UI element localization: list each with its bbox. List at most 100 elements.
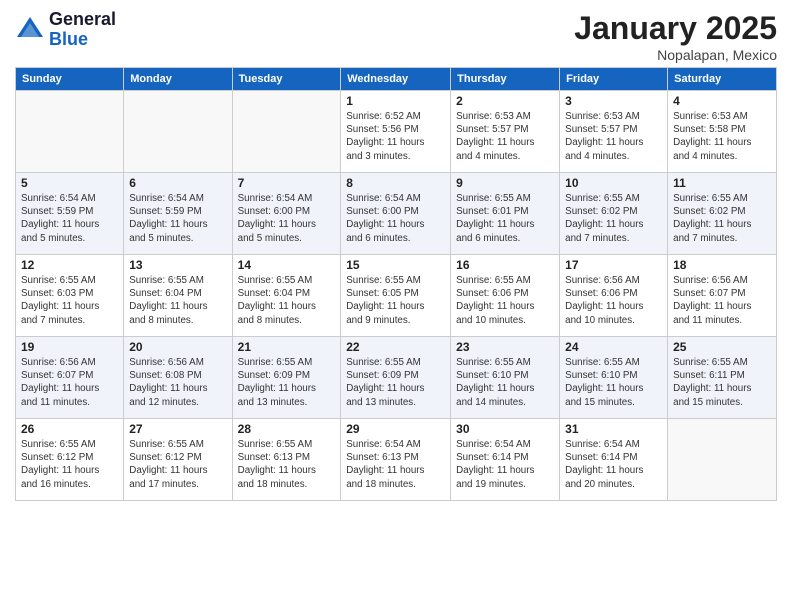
logo-general: General	[49, 9, 116, 29]
table-row: 28Sunrise: 6:55 AM Sunset: 6:13 PM Dayli…	[232, 419, 341, 501]
day-info: Sunrise: 6:56 AM Sunset: 6:08 PM Dayligh…	[129, 356, 226, 409]
day-info: Sunrise: 6:55 AM Sunset: 6:10 PM Dayligh…	[565, 356, 662, 409]
day-number: 17	[565, 258, 662, 272]
day-info: Sunrise: 6:53 AM Sunset: 5:57 PM Dayligh…	[565, 110, 662, 163]
table-row: 22Sunrise: 6:55 AM Sunset: 6:09 PM Dayli…	[341, 337, 451, 419]
day-info: Sunrise: 6:55 AM Sunset: 6:05 PM Dayligh…	[346, 274, 445, 327]
day-info: Sunrise: 6:53 AM Sunset: 5:58 PM Dayligh…	[673, 110, 771, 163]
logo: General Blue	[15, 10, 116, 50]
table-row: 12 Sunrise: 6:55 AM Sunset: 6:03 PM Dayli…	[16, 255, 124, 337]
col-sunday: Sunday	[16, 68, 124, 91]
table-row: 31Sunrise: 6:54 AM Sunset: 6:14 PM Dayli…	[560, 419, 668, 501]
table-row: 15 Sunrise: 6:55 AM Sunset: 6:05 PM Dayli…	[341, 255, 451, 337]
day-number: 2	[456, 94, 554, 108]
calendar-week-row: 5 Sunrise: 6:54 AM Sunset: 5:59 PM Daylig…	[16, 173, 777, 255]
table-row: 8 Sunrise: 6:54 AM Sunset: 6:00 PM Daylig…	[341, 173, 451, 255]
table-row: 10Sunrise: 6:55 AM Sunset: 6:02 PM Dayli…	[560, 173, 668, 255]
calendar-body: 1 Sunrise: 6:52 AM Sunset: 5:56 PM Daylig…	[16, 91, 777, 501]
calendar-week-row: 1 Sunrise: 6:52 AM Sunset: 5:56 PM Daylig…	[16, 91, 777, 173]
table-row: 2 Sunrise: 6:53 AM Sunset: 5:57 PM Daylig…	[451, 91, 560, 173]
table-row: 19 Sunrise: 6:56 AM Sunset: 6:07 PM Dayli…	[16, 337, 124, 419]
day-number: 25	[673, 340, 771, 354]
table-row: 30Sunrise: 6:54 AM Sunset: 6:14 PM Dayli…	[451, 419, 560, 501]
day-number: 8	[346, 176, 445, 190]
day-number: 18	[673, 258, 771, 272]
day-info: Sunrise: 6:54 AM Sunset: 6:13 PM Dayligh…	[346, 438, 445, 491]
calendar-week-row: 19 Sunrise: 6:56 AM Sunset: 6:07 PM Dayli…	[16, 337, 777, 419]
day-info: Sunrise: 6:55 AM Sunset: 6:09 PM Dayligh…	[346, 356, 445, 409]
day-number: 30	[456, 422, 554, 436]
day-info: Sunrise: 6:55 AM Sunset: 6:12 PM Dayligh…	[129, 438, 226, 491]
day-info: Sunrise: 6:55 AM Sunset: 6:09 PM Dayligh…	[238, 356, 336, 409]
day-info: Sunrise: 6:55 AM Sunset: 6:01 PM Dayligh…	[456, 192, 554, 245]
calendar-table: Sunday Monday Tuesday Wednesday Thursday…	[15, 67, 777, 501]
day-number: 4	[673, 94, 771, 108]
day-number: 21	[238, 340, 336, 354]
day-info: Sunrise: 6:55 AM Sunset: 6:06 PM Dayligh…	[456, 274, 554, 327]
day-info: Sunrise: 6:54 AM Sunset: 6:00 PM Dayligh…	[346, 192, 445, 245]
day-info: Sunrise: 6:53 AM Sunset: 5:57 PM Dayligh…	[456, 110, 554, 163]
table-row: 18Sunrise: 6:56 AM Sunset: 6:07 PM Dayli…	[668, 255, 777, 337]
day-number: 29	[346, 422, 445, 436]
subtitle: Nopalapan, Mexico	[574, 47, 777, 63]
day-info: Sunrise: 6:55 AM Sunset: 6:04 PM Dayligh…	[129, 274, 226, 327]
table-row	[16, 91, 124, 173]
day-info: Sunrise: 6:55 AM Sunset: 6:11 PM Dayligh…	[673, 356, 771, 409]
day-number: 31	[565, 422, 662, 436]
table-row: 6Sunrise: 6:54 AM Sunset: 5:59 PM Daylig…	[124, 173, 232, 255]
table-row: 20 Sunrise: 6:56 AM Sunset: 6:08 PM Dayli…	[124, 337, 232, 419]
table-row	[124, 91, 232, 173]
day-info: Sunrise: 6:55 AM Sunset: 6:03 PM Dayligh…	[21, 274, 118, 327]
table-row: 9Sunrise: 6:55 AM Sunset: 6:01 PM Daylig…	[451, 173, 560, 255]
table-row	[232, 91, 341, 173]
table-row: 11 Sunrise: 6:55 AM Sunset: 6:02 PM Dayli…	[668, 173, 777, 255]
day-number: 26	[21, 422, 118, 436]
day-number: 5	[21, 176, 118, 190]
day-number: 15	[346, 258, 445, 272]
table-row: 26 Sunrise: 6:55 AM Sunset: 6:12 PM Dayli…	[16, 419, 124, 501]
day-info: Sunrise: 6:54 AM Sunset: 5:59 PM Dayligh…	[21, 192, 118, 245]
day-number: 10	[565, 176, 662, 190]
day-info: Sunrise: 6:55 AM Sunset: 6:10 PM Dayligh…	[456, 356, 554, 409]
day-number: 13	[129, 258, 226, 272]
col-tuesday: Tuesday	[232, 68, 341, 91]
day-number: 3	[565, 94, 662, 108]
day-number: 19	[21, 340, 118, 354]
day-info: Sunrise: 6:54 AM Sunset: 5:59 PM Dayligh…	[129, 192, 226, 245]
day-info: Sunrise: 6:52 AM Sunset: 5:56 PM Dayligh…	[346, 110, 445, 163]
table-row: 23Sunrise: 6:55 AM Sunset: 6:10 PM Dayli…	[451, 337, 560, 419]
day-info: Sunrise: 6:55 AM Sunset: 6:12 PM Dayligh…	[21, 438, 118, 491]
table-row: 29 Sunrise: 6:54 AM Sunset: 6:13 PM Dayli…	[341, 419, 451, 501]
header: General Blue January 2025 Nopalapan, Mex…	[15, 10, 777, 63]
table-row	[668, 419, 777, 501]
day-info: Sunrise: 6:56 AM Sunset: 6:07 PM Dayligh…	[21, 356, 118, 409]
day-info: Sunrise: 6:55 AM Sunset: 6:13 PM Dayligh…	[238, 438, 336, 491]
table-row: 14 Sunrise: 6:55 AM Sunset: 6:04 PM Dayli…	[232, 255, 341, 337]
table-row: 27Sunrise: 6:55 AM Sunset: 6:12 PM Dayli…	[124, 419, 232, 501]
day-info: Sunrise: 6:55 AM Sunset: 6:02 PM Dayligh…	[673, 192, 771, 245]
day-number: 7	[238, 176, 336, 190]
day-number: 14	[238, 258, 336, 272]
table-row: 7 Sunrise: 6:54 AM Sunset: 6:00 PM Daylig…	[232, 173, 341, 255]
col-saturday: Saturday	[668, 68, 777, 91]
day-number: 16	[456, 258, 554, 272]
col-monday: Monday	[124, 68, 232, 91]
table-row: 5 Sunrise: 6:54 AM Sunset: 5:59 PM Daylig…	[16, 173, 124, 255]
calendar-header-row: Sunday Monday Tuesday Wednesday Thursday…	[16, 68, 777, 91]
day-number: 11	[673, 176, 771, 190]
day-number: 20	[129, 340, 226, 354]
day-info: Sunrise: 6:56 AM Sunset: 6:06 PM Dayligh…	[565, 274, 662, 327]
table-row: 17 Sunrise: 6:56 AM Sunset: 6:06 PM Dayli…	[560, 255, 668, 337]
day-info: Sunrise: 6:54 AM Sunset: 6:00 PM Dayligh…	[238, 192, 336, 245]
table-row: 24 Sunrise: 6:55 AM Sunset: 6:10 PM Dayli…	[560, 337, 668, 419]
table-row: 13 Sunrise: 6:55 AM Sunset: 6:04 PM Dayli…	[124, 255, 232, 337]
page-container: General Blue January 2025 Nopalapan, Mex…	[0, 0, 792, 511]
logo-text: General Blue	[49, 10, 116, 50]
table-row: 16 Sunrise: 6:55 AM Sunset: 6:06 PM Dayli…	[451, 255, 560, 337]
day-number: 1	[346, 94, 445, 108]
day-info: Sunrise: 6:55 AM Sunset: 6:04 PM Dayligh…	[238, 274, 336, 327]
day-number: 12	[21, 258, 118, 272]
table-row: 21 Sunrise: 6:55 AM Sunset: 6:09 PM Dayli…	[232, 337, 341, 419]
day-number: 24	[565, 340, 662, 354]
table-row: 1 Sunrise: 6:52 AM Sunset: 5:56 PM Daylig…	[341, 91, 451, 173]
